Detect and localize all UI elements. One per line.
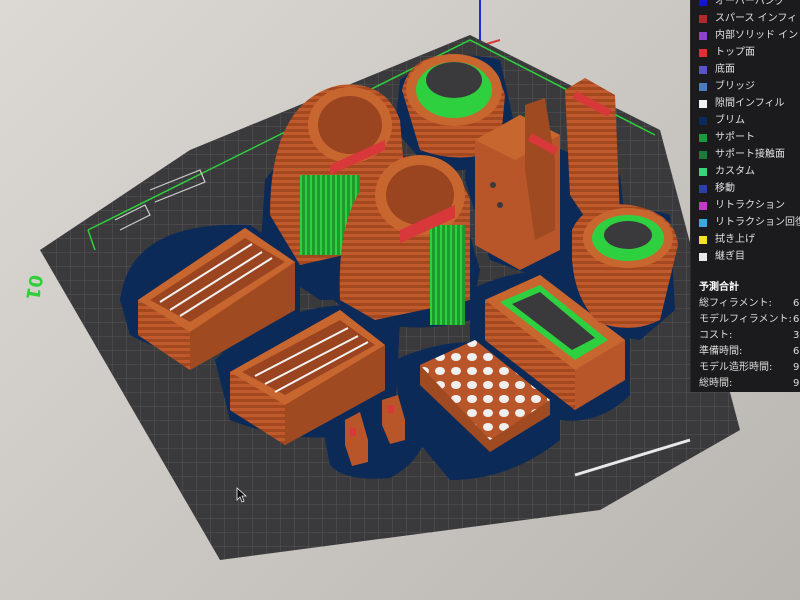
legend-item[interactable]: カスタム [691,163,800,180]
stat-value: 6 [793,346,800,357]
plate-number: 01 [21,273,46,301]
legend-item[interactable]: リトラクション回復 [691,214,800,231]
legend-label: 底面 [715,64,735,75]
legend-item[interactable]: サポート接触面 [691,146,800,163]
legend-item[interactable]: スパース インフィ [691,10,800,27]
legend-panel: オーバーハングスパース インフィ 内部ソリッド イン トップ面底面ブリッジ隙間インフ… [690,0,800,392]
legend-swatch-icon [699,201,707,210]
legend-label: サポート [715,132,755,143]
legend-label: 隙間インフィル [715,98,785,109]
stat-row: 総フィラメント: 6 [691,296,800,312]
stat-label: 準備時間: [699,346,743,357]
legend-swatch-icon [699,116,707,125]
stat-row: モデル造形時間: 9 [691,360,800,376]
legend-swatch-icon [699,184,707,193]
legend-swatch-icon [699,0,707,6]
legend-item[interactable]: 底面 [691,61,800,78]
stat-label: モデルフィラメント: [699,314,792,325]
stats-title: 予測合計 [699,282,739,293]
legend-item[interactable]: 隙間インフィル [691,95,800,112]
stat-label: 総時間: [699,378,733,389]
legend-label: トップ面 [715,47,755,58]
legend-item[interactable]: トップ面 [691,44,800,61]
legend-label: サポート接触面 [715,149,785,160]
legend-swatch-icon [699,65,707,74]
legend-item[interactable]: リトラクション [691,197,800,214]
legend-item[interactable]: 拭き上げ [691,231,800,248]
legend-label: ブリム [715,115,745,126]
legend-swatch-icon [699,167,707,176]
legend-swatch-icon [699,218,707,227]
stat-value: 6 [793,314,800,325]
3d-viewport[interactable]: 01 [0,0,800,600]
legend-label: スパース インフィ [715,13,798,24]
model-ring-right[interactable] [572,204,678,329]
legend-swatch-icon [699,82,707,91]
stat-label: コスト: [699,330,733,341]
legend-swatch-icon [699,252,707,261]
stat-label: 総フィラメント: [699,298,772,309]
legend-swatch-icon [699,99,707,108]
legend-item[interactable]: ブリッジ [691,78,800,95]
legend-label: 内部ソリッド イン [715,30,799,41]
stat-value: 9 [793,378,800,389]
stats-list: 総フィラメント: 6 モデルフィラメント: 6 コスト: 3 準備時間: 6 モデル造形時間: 9… [691,296,800,392]
legend-item[interactable]: ブリム [691,112,800,129]
legend-swatch-icon [699,31,707,40]
legend-swatch-icon [699,133,707,142]
stat-value: 9 [793,362,800,373]
legend-list: オーバーハングスパース インフィ 内部ソリッド イン トップ面底面ブリッジ隙間インフ… [691,0,800,265]
legend-item[interactable]: サポート [691,129,800,146]
legend-label: 移動 [715,183,735,194]
legend-label: ブリッジ [715,81,755,92]
stat-label: モデル造形時間: [699,362,773,373]
legend-label: リトラクション回復 [715,217,800,228]
stat-value: 3 [793,330,800,341]
legend-label: 継ぎ目 [715,251,745,262]
stat-value: 6 [793,298,800,309]
legend-label: オーバーハング [715,0,785,7]
stat-row: コスト: 3 [691,328,800,344]
legend-item[interactable]: オーバーハング [691,0,800,10]
legend-item[interactable]: 継ぎ目 [691,248,800,265]
legend-label: リトラクション [715,200,785,211]
legend-item[interactable]: 内部ソリッド イン [691,27,800,44]
stat-row: 総時間: 9 [691,376,800,392]
legend-item[interactable]: 移動 [691,180,800,197]
stat-row: 準備時間: 6 [691,344,800,360]
legend-swatch-icon [699,14,707,23]
legend-swatch-icon [699,150,707,159]
mouse-cursor-icon [236,487,248,503]
legend-swatch-icon [699,235,707,244]
legend-label: 拭き上げ [715,234,755,245]
legend-label: カスタム [715,166,755,177]
legend-swatch-icon [699,48,707,57]
stat-row: モデルフィラメント: 6 [691,312,800,328]
